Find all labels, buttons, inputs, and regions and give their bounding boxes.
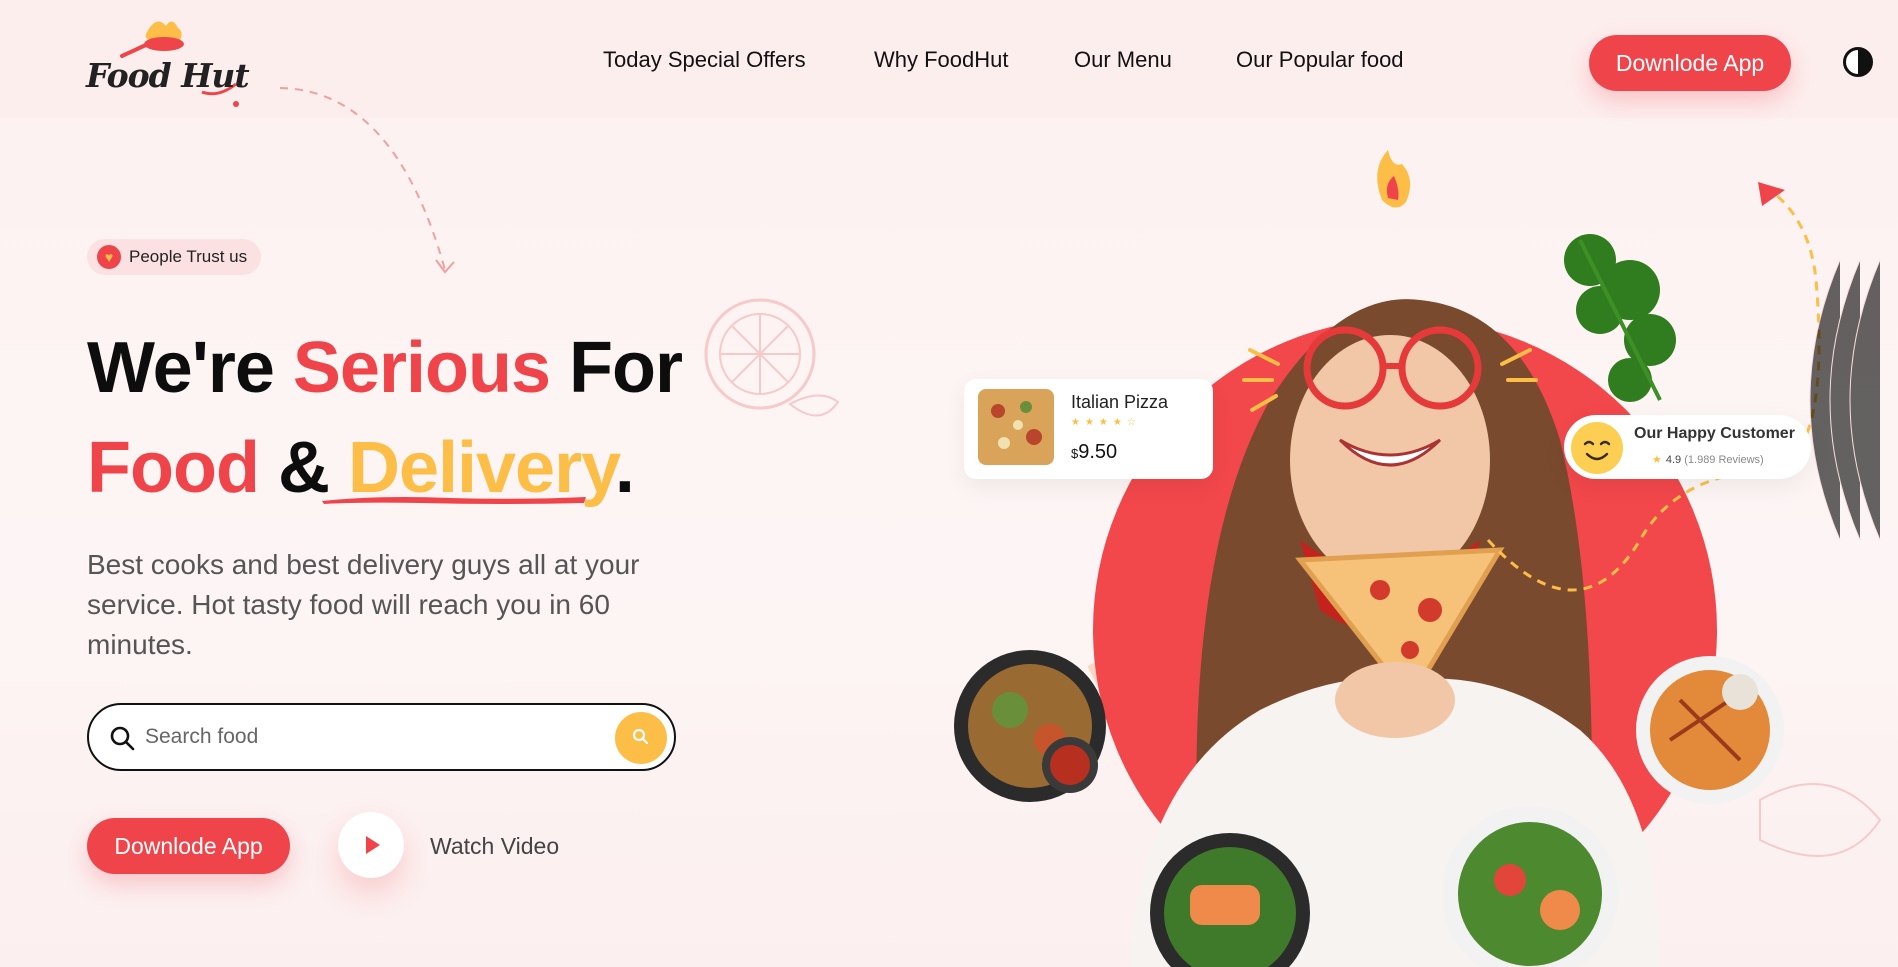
pizza-icon [978,389,1054,465]
search-button[interactable] [615,712,667,764]
search-icon [632,728,649,744]
dashed-arrow-decoration [279,87,455,274]
logo[interactable]: Food Hut [86,14,250,110]
orange-outline-decoration [704,298,840,417]
search-icon [110,726,135,751]
featured-food-price: $9.50 [1071,441,1118,463]
hero-download-app-button[interactable]: Downlode App [87,818,290,874]
theme-toggle-icon[interactable] [1843,47,1873,77]
play-icon [366,836,380,854]
headline-word: We're [87,328,275,408]
headline-brush-underline [322,497,586,504]
hero-description: Best cooks and best delivery guys all at… [87,549,640,660]
play-video-button[interactable] [338,812,404,878]
header-download-app-button[interactable]: Downlode App [1589,35,1791,91]
search-input[interactable] [145,717,575,757]
star-icon: ★ [1652,454,1662,466]
trust-badge-label: People Trust us [129,247,248,266]
featured-food-name: Italian Pizza [1071,392,1169,412]
search-box [87,703,676,771]
headline-word: Serious [292,328,551,408]
heart-icon: ♥ [97,245,121,269]
nav-item-today-special-offers[interactable]: Today Special Offers [603,47,806,73]
headline-word: Food [87,428,260,508]
headline-word: For [569,328,683,408]
hero-illustration [954,150,1882,967]
smile-icon [1571,422,1623,474]
trust-badge: ♥ People Trust us [87,239,262,275]
headline-word: . [614,428,635,508]
nav-item-why-foodhut[interactable]: Why FoodHut [874,47,1009,73]
rating-stars: ★★★★☆ [1071,417,1141,428]
watch-video-link[interactable]: Watch Video [430,833,559,860]
happy-customer-card: Our Happy Customer ★ 4.9 (1.989 Reviews) [1564,415,1811,479]
featured-food-card[interactable]: Italian Pizza ★★★★☆ $9.50 [964,379,1213,479]
nav-item-our-menu[interactable]: Our Menu [1074,47,1172,73]
logo-text: Food Hut [86,56,250,95]
nav-item-our-popular-food[interactable]: Our Popular food [1236,47,1404,73]
pizza-thumbnail [978,389,1054,465]
hero-headline: We're Serious For Food & Delivery. [87,318,683,518]
happy-customer-title: Our Happy Customer [1634,425,1795,442]
customer-rating: ★ 4.9 (1.989 Reviews) [1652,454,1764,466]
